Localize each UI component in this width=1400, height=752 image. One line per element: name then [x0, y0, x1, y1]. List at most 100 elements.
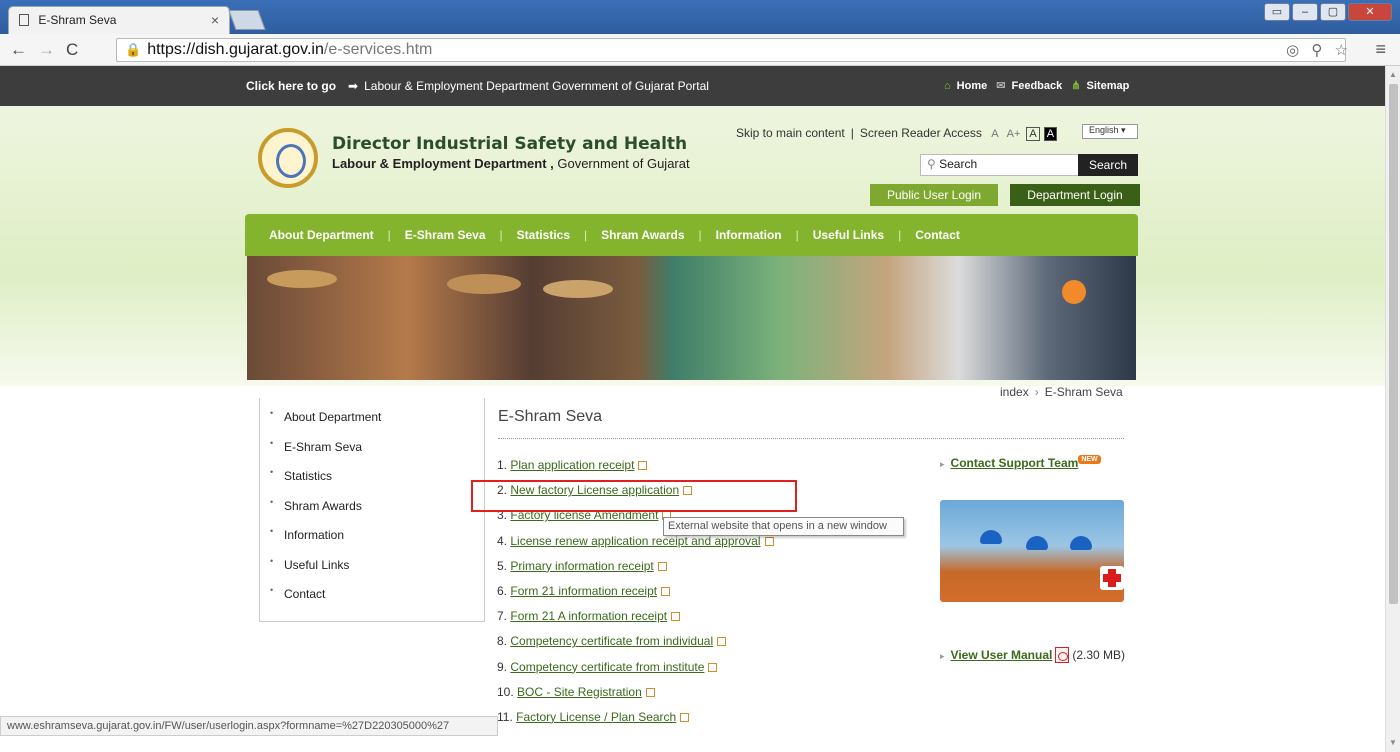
- language-value: English: [1089, 125, 1119, 135]
- dept-name: Labour & Employment Department , Governm…: [332, 156, 690, 171]
- nav-contact[interactable]: Contact: [915, 228, 960, 242]
- page-title: E-Shram Seva: [498, 408, 603, 425]
- contrast-light[interactable]: A: [1026, 127, 1040, 141]
- portal-link[interactable]: Labour & Employment Department Governmen…: [364, 79, 709, 93]
- service-link[interactable]: BOC - Site Registration: [517, 685, 642, 699]
- item-number: 11.: [497, 709, 513, 724]
- sidebar-item-statistics[interactable]: Statistics: [260, 467, 484, 499]
- font-size-normal[interactable]: A: [989, 128, 1000, 140]
- search-button[interactable]: Search: [1078, 154, 1138, 176]
- sidebar-item-eshram[interactable]: E-Shram Seva: [260, 438, 484, 470]
- nav-about[interactable]: About Department: [269, 228, 374, 242]
- sidebar-item-awards[interactable]: Shram Awards: [260, 497, 484, 529]
- user-profile-button[interactable]: ▭: [1264, 3, 1290, 21]
- external-link-icon: [657, 561, 667, 571]
- portal-goto: Click here to go ➡ Labour & Employment Dep…: [246, 79, 709, 93]
- close-window-button[interactable]: ✕: [1348, 3, 1392, 21]
- vertical-scrollbar[interactable]: ▲ ▼: [1385, 66, 1400, 752]
- goto-prefix: Click here to go: [246, 79, 337, 93]
- sidebar-item-contact[interactable]: Contact: [260, 585, 484, 617]
- support-link-row: ▸ Contact Support Team NEW: [940, 455, 1101, 470]
- item-number: 4.: [497, 533, 508, 548]
- browser-tab[interactable]: E-Shram Seva ×: [8, 6, 230, 34]
- support-team-image[interactable]: [940, 500, 1124, 602]
- contact-support-link[interactable]: Contact Support Team: [951, 456, 1079, 470]
- gujarat-emblem-logo[interactable]: [258, 128, 318, 188]
- service-link[interactable]: Factory License / Plan Search: [516, 710, 676, 724]
- nav-awards[interactable]: Shram Awards: [601, 228, 684, 242]
- nav-useful-links[interactable]: Useful Links: [813, 228, 884, 242]
- service-link[interactable]: Competency certificate from institute: [510, 660, 704, 674]
- new-badge: NEW: [1078, 455, 1101, 464]
- helmet-shape: [1026, 536, 1048, 550]
- department-login-button[interactable]: Department Login: [1010, 184, 1140, 206]
- nav-eshram[interactable]: E-Shram Seva: [405, 228, 486, 242]
- minimize-button[interactable]: –: [1292, 3, 1318, 21]
- service-link[interactable]: Form 21 A information receipt: [510, 609, 667, 623]
- forward-arrow-icon[interactable]: →: [38, 40, 55, 60]
- basket-shape: [267, 270, 337, 288]
- sidebar-item-useful-links[interactable]: Useful Links: [260, 556, 484, 588]
- top-strip: Click here to go ➡ Labour & Employment Dep…: [0, 66, 1385, 106]
- external-link-icon: [717, 637, 727, 647]
- breadcrumb-index[interactable]: index: [1000, 385, 1029, 399]
- home-link[interactable]: Home: [957, 80, 988, 92]
- address-bar-row: ← → C 🔒 https://dish.gujarat.gov.in/e-ser…: [0, 34, 1400, 66]
- main-nav: About Department | E-Shram Seva | Statisti…: [245, 214, 1138, 256]
- url-path: /e-services.htm: [323, 41, 433, 58]
- service-link[interactable]: Competency certificate from individual: [510, 634, 713, 648]
- service-link[interactable]: Form 21 information receipt: [510, 584, 657, 598]
- url-field[interactable]: 🔒 https://dish.gujarat.gov.in/e-services.…: [116, 38, 1346, 62]
- language-select[interactable]: English ▾: [1082, 124, 1138, 139]
- first-aid-cross-icon: [1100, 566, 1124, 590]
- sidebar-item-about[interactable]: About Department: [260, 408, 484, 440]
- nav-statistics[interactable]: Statistics: [517, 228, 570, 242]
- sidebar-item-information[interactable]: Information: [260, 526, 484, 558]
- contrast-dark[interactable]: A: [1043, 127, 1058, 141]
- search-input[interactable]: ⚲ Search: [920, 154, 1080, 176]
- scroll-up-icon[interactable]: ▲: [1389, 70, 1397, 79]
- menu-icon[interactable]: ≡: [1375, 39, 1386, 60]
- scroll-down-icon[interactable]: ▼: [1389, 738, 1397, 747]
- list-item: 11. Factory License / Plan Search: [497, 710, 774, 735]
- item-number: 8.: [497, 634, 508, 649]
- list-item: 6. Form 21 information receipt: [497, 584, 774, 609]
- home-icon: ⌂: [944, 80, 951, 92]
- maximize-button[interactable]: ▢: [1320, 3, 1346, 21]
- tooltip: External website that opens in a new win…: [663, 517, 904, 536]
- skip-link[interactable]: Skip to main content: [736, 126, 845, 140]
- item-number: 5.: [497, 558, 508, 573]
- service-link[interactable]: Primary information receipt: [510, 559, 653, 573]
- font-size-large[interactable]: A+: [1005, 128, 1023, 140]
- public-login-button[interactable]: Public User Login: [870, 184, 998, 206]
- user-manual-row: ▸ View User Manual (2.30 MB): [940, 647, 1125, 663]
- sitemap-link[interactable]: Sitemap: [1087, 80, 1130, 92]
- arrow-right-icon: ➡: [348, 79, 359, 93]
- separator: |: [850, 126, 854, 140]
- window-controls: ▭ – ▢ ✕: [1264, 3, 1392, 21]
- tab-close-icon[interactable]: ×: [211, 12, 219, 28]
- service-link[interactable]: Plan application receipt: [510, 458, 634, 472]
- feedback-icon: ✉: [996, 80, 1006, 92]
- external-link-icon: [764, 536, 774, 546]
- feedback-link[interactable]: Feedback: [1012, 80, 1063, 92]
- list-item: 10. BOC - Site Registration: [497, 685, 774, 710]
- url-host: https://dish.gujarat.gov.in: [147, 41, 324, 58]
- view-user-manual-link[interactable]: View User Manual: [951, 648, 1053, 662]
- pdf-icon[interactable]: [1055, 647, 1070, 663]
- nav-sep: |: [795, 228, 799, 242]
- scrollbar-thumb[interactable]: [1389, 84, 1398, 604]
- search-icon: ⚲: [927, 157, 940, 171]
- item-number: 10.: [497, 684, 514, 699]
- list-item: 4. License renew application receipt and…: [497, 534, 774, 559]
- highlight-box: [471, 480, 797, 512]
- reload-icon[interactable]: C: [66, 40, 78, 60]
- nav-information[interactable]: Information: [716, 228, 782, 242]
- title-divider: [498, 438, 1124, 439]
- dept-bold: Labour & Employment Department ,: [332, 156, 554, 171]
- new-tab-button[interactable]: [228, 10, 266, 30]
- screen-reader-link[interactable]: Screen Reader Access: [860, 126, 982, 140]
- breadcrumb-sep: ›: [1034, 385, 1039, 399]
- extension-icons[interactable]: ◎ ⚲ ☆: [1286, 41, 1352, 59]
- back-arrow-icon[interactable]: ←: [10, 40, 27, 60]
